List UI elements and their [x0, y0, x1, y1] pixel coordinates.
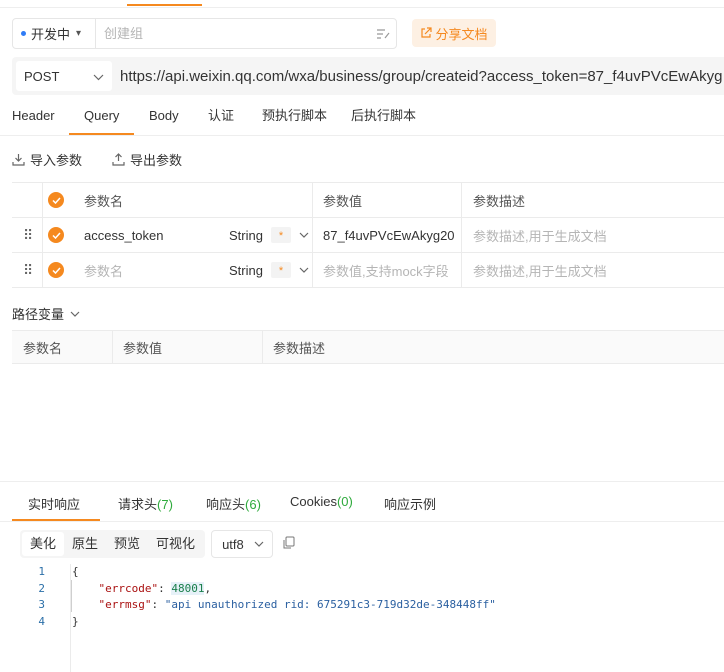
drag-handle-icon[interactable]: ⠿ — [23, 253, 33, 287]
code-text: } — [72, 614, 79, 628]
env-status-dot — [21, 31, 26, 36]
top-divider — [0, 7, 724, 8]
path-vars-title: 路径变量 — [12, 307, 65, 322]
response-tabs: 实时响应 请求头(7) 响应头(6) Cookies(0) 响应示例 — [0, 482, 724, 522]
json-key: "errmsg" — [98, 598, 152, 611]
select-all-checkbox[interactable] — [48, 192, 64, 208]
tab-auth[interactable]: 认证 — [208, 104, 234, 136]
export-params-button[interactable]: 导出参数 — [112, 150, 182, 169]
format-raw[interactable]: 原生 — [64, 532, 106, 556]
tab-response-headers[interactable]: 响应头(6) — [206, 494, 261, 513]
param-value-input[interactable]: 参数值,支持mock字段 — [323, 253, 449, 287]
format-segmented: 美化 原生 预览 可视化 — [20, 530, 206, 558]
encoding-label: utf8 — [222, 536, 244, 552]
copy-icon[interactable] — [283, 536, 295, 552]
format-preview[interactable]: 预览 — [106, 532, 148, 556]
format-pretty[interactable]: 美化 — [22, 532, 65, 556]
param-name-input[interactable]: 参数名 — [84, 253, 123, 287]
chevron-down-icon — [70, 311, 80, 317]
request-tabs: Header Query Body 认证 预执行脚本 后执行脚本 — [0, 104, 724, 136]
response-body: 1 { 2 "errcode": 48001, 3 "errmsg": "api… — [0, 564, 724, 630]
param-name-input[interactable]: access_token — [84, 218, 164, 252]
code-line: 1 { — [0, 564, 724, 581]
method-label: POST — [24, 68, 60, 84]
chevron-down-icon — [299, 230, 309, 241]
env-label: 开发中 — [31, 27, 71, 42]
active-tab-underline — [69, 133, 134, 135]
chevron-down-icon: ▾ — [76, 28, 82, 39]
required-toggle[interactable]: * — [270, 227, 291, 243]
param-io-toolbar: 导入参数 导出参数 — [12, 150, 182, 169]
line-number: 3 — [38, 598, 45, 611]
tab-request-headers[interactable]: 请求头(7) — [118, 494, 173, 513]
method-select[interactable]: POST — [16, 61, 112, 91]
path-vars-toggle[interactable]: 路径变量 — [12, 304, 80, 323]
tab-pre-script[interactable]: 预执行脚本 — [262, 104, 327, 136]
tab-header[interactable]: Header — [12, 104, 55, 136]
import-params-button[interactable]: 导入参数 — [12, 150, 82, 169]
tab-post-script[interactable]: 后执行脚本 — [351, 104, 416, 136]
group-input[interactable] — [96, 19, 370, 48]
code-line: 3 "errmsg": "api unauthorized rid: 67529… — [0, 597, 724, 614]
json-string: "api unauthorized rid: 675291c3-719d32de… — [164, 598, 496, 611]
tab-body[interactable]: Body — [149, 104, 179, 136]
param-value-input[interactable]: 87_f4uvPVcEwAkyg20 — [323, 218, 455, 252]
table-header-row: 参数名 参数值 参数描述 — [12, 183, 724, 218]
code-line: 4 } — [0, 614, 724, 631]
tab-response-example[interactable]: 响应示例 — [384, 494, 436, 513]
export-icon — [112, 153, 125, 166]
export-label: 导出参数 — [130, 153, 183, 168]
import-label: 导入参数 — [30, 153, 83, 168]
param-type-label: String — [229, 262, 263, 278]
chevron-down-icon — [254, 541, 264, 547]
row-checkbox[interactable] — [48, 227, 64, 243]
env-group-bar: 开发中 ▾ — [12, 18, 397, 49]
encoding-select[interactable]: utf8 — [211, 530, 274, 558]
format-visualize[interactable]: 可视化 — [148, 532, 203, 556]
json-number: 48001 — [171, 581, 205, 595]
url-bar: POST https://api.weixin.qq.com/wxa/busin… — [12, 57, 724, 95]
col-header-value: 参数值 — [323, 193, 363, 209]
tab-live-response[interactable]: 实时响应 — [28, 494, 80, 513]
json-key: "errcode" — [98, 581, 159, 595]
code-line: 2 "errcode": 48001, — [0, 581, 724, 598]
row-checkbox[interactable] — [48, 262, 64, 278]
share-doc-button[interactable]: 分享文档 — [412, 19, 496, 47]
chevron-down-icon — [299, 265, 309, 276]
line-number: 4 — [38, 614, 45, 628]
tab-cookies[interactable]: Cookies(0) — [290, 494, 353, 509]
table-row: ⠿ 参数名 String * 参数值,支持mock字段 参数描述,用于生成文档 — [12, 253, 724, 288]
table-row: ⠿ access_token String * 87_f4uvPVcEwAkyg… — [12, 218, 724, 253]
env-select[interactable]: 开发中 ▾ — [13, 19, 96, 48]
line-number: 1 — [38, 565, 45, 578]
response-format-toolbar: 美化 原生 预览 可视化 utf8 — [20, 530, 295, 558]
col-header-name: 参数名 — [23, 340, 63, 356]
share-icon — [421, 27, 433, 38]
param-desc-input[interactable]: 参数描述,用于生成文档 — [473, 218, 607, 252]
query-params-table: 参数名 参数值 参数描述 ⠿ access_token String * 87_… — [12, 182, 724, 288]
col-header-name: 参数名 — [84, 193, 124, 209]
active-response-tab-underline — [12, 519, 100, 521]
tab-query[interactable]: Query — [84, 104, 119, 136]
url-input[interactable]: https://api.weixin.qq.com/wxa/business/g… — [120, 68, 722, 85]
col-header-value: 参数值 — [123, 340, 163, 356]
col-header-desc: 参数描述 — [473, 193, 526, 209]
chevron-down-icon — [93, 69, 104, 84]
param-type-select[interactable]: String * — [229, 218, 309, 252]
required-toggle[interactable]: * — [270, 262, 291, 278]
drag-handle-icon[interactable]: ⠿ — [23, 218, 33, 252]
top-active-indicator — [127, 0, 202, 6]
line-number: 2 — [38, 581, 45, 595]
code-text: { — [72, 565, 79, 578]
param-desc-input[interactable]: 参数描述,用于生成文档 — [473, 253, 607, 287]
col-header-desc: 参数描述 — [273, 340, 326, 356]
share-doc-label: 分享文档 — [435, 26, 488, 42]
import-icon — [12, 154, 25, 166]
edit-list-icon[interactable] — [370, 28, 396, 40]
param-type-label: String — [229, 227, 263, 243]
param-type-select[interactable]: String * — [229, 253, 309, 287]
path-vars-table: 参数名 参数值 参数描述 — [12, 330, 724, 364]
